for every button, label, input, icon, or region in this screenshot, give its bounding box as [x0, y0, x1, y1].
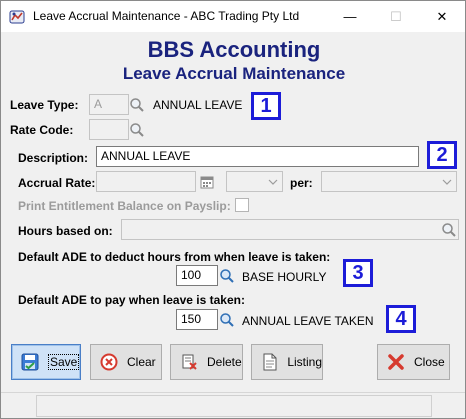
- page-title: Leave Accrual Maintenance: [122, 64, 346, 83]
- rate-code-lookup-icon[interactable]: [127, 119, 147, 140]
- callout-1: 1: [251, 92, 281, 120]
- app-icon: [9, 9, 25, 25]
- close-x-icon: [386, 352, 406, 372]
- listing-button[interactable]: Listing: [251, 344, 323, 380]
- per-chevron-down-icon[interactable]: [437, 172, 457, 191]
- callout-4: 4: [386, 305, 416, 333]
- company-heading: BBS Accounting: [147, 37, 321, 62]
- window-close-button[interactable]: ✕: [419, 1, 465, 32]
- accrual-rate-field[interactable]: [96, 171, 196, 192]
- hours-based-on-field[interactable]: [121, 219, 459, 240]
- rate-code-field[interactable]: [89, 119, 129, 140]
- status-bar: [1, 392, 465, 418]
- minimize-button[interactable]: —: [327, 1, 373, 32]
- save-disk-icon: [20, 352, 40, 372]
- leave-type-description: ANNUAL LEAVE: [153, 98, 243, 112]
- ade-pay-field[interactable]: 150: [176, 309, 218, 330]
- print-entitlement-checkbox[interactable]: [235, 198, 249, 212]
- description-field[interactable]: ANNUAL LEAVE: [96, 146, 419, 167]
- status-bar-panel: [36, 395, 432, 417]
- leave-type-label: Leave Type:: [10, 98, 79, 112]
- ade-deduct-description: BASE HOURLY: [242, 270, 327, 284]
- ade-deduct-lookup-icon[interactable]: [217, 265, 237, 286]
- leave-type-field[interactable]: A: [89, 94, 129, 115]
- leave-type-lookup-icon[interactable]: [127, 94, 147, 115]
- close-button[interactable]: Close: [377, 344, 450, 380]
- save-button[interactable]: Save: [11, 344, 81, 380]
- clear-circle-icon: [99, 352, 119, 372]
- hours-based-on-label: Hours based on:: [18, 224, 113, 238]
- ade-pay-lookup-icon[interactable]: [217, 309, 237, 330]
- app-window: Leave Accrual Maintenance - ABC Trading …: [0, 0, 466, 419]
- close-button-label: Close: [414, 355, 445, 369]
- delete-icon: [179, 352, 199, 372]
- accrual-unit-chevron-down-icon[interactable]: [263, 172, 283, 191]
- title-bar: Leave Accrual Maintenance - ABC Trading …: [1, 1, 465, 32]
- ade-deduct-field[interactable]: 100: [176, 265, 218, 286]
- ade-pay-label: Default ADE to pay when leave is taken:: [18, 293, 245, 307]
- ade-deduct-label: Default ADE to deduct hours from when le…: [18, 250, 331, 264]
- window-title: Leave Accrual Maintenance - ABC Trading …: [33, 9, 300, 23]
- accrual-rate-label: Accrual Rate:: [18, 176, 96, 190]
- hours-based-on-lookup-icon[interactable]: [439, 219, 459, 240]
- callout-2: 2: [427, 141, 457, 169]
- clear-button-label: Clear: [127, 355, 156, 369]
- description-label: Description:: [18, 151, 89, 165]
- rate-code-label: Rate Code:: [10, 123, 74, 137]
- listing-button-label: Listing: [287, 355, 322, 369]
- ade-pay-description: ANNUAL LEAVE TAKEN: [242, 314, 374, 328]
- delete-button-label: Delete: [207, 355, 242, 369]
- calendar-icon[interactable]: [197, 171, 217, 192]
- clear-button[interactable]: Clear: [90, 344, 162, 380]
- callout-3: 3: [343, 259, 373, 287]
- document-icon: [260, 352, 279, 372]
- maximize-button[interactable]: ☐: [373, 1, 419, 32]
- per-label: per:: [290, 176, 313, 190]
- save-button-label: Save: [48, 354, 80, 370]
- delete-button[interactable]: Delete: [170, 344, 243, 380]
- print-entitlement-label: Print Entitlement Balance on Payslip:: [18, 199, 231, 213]
